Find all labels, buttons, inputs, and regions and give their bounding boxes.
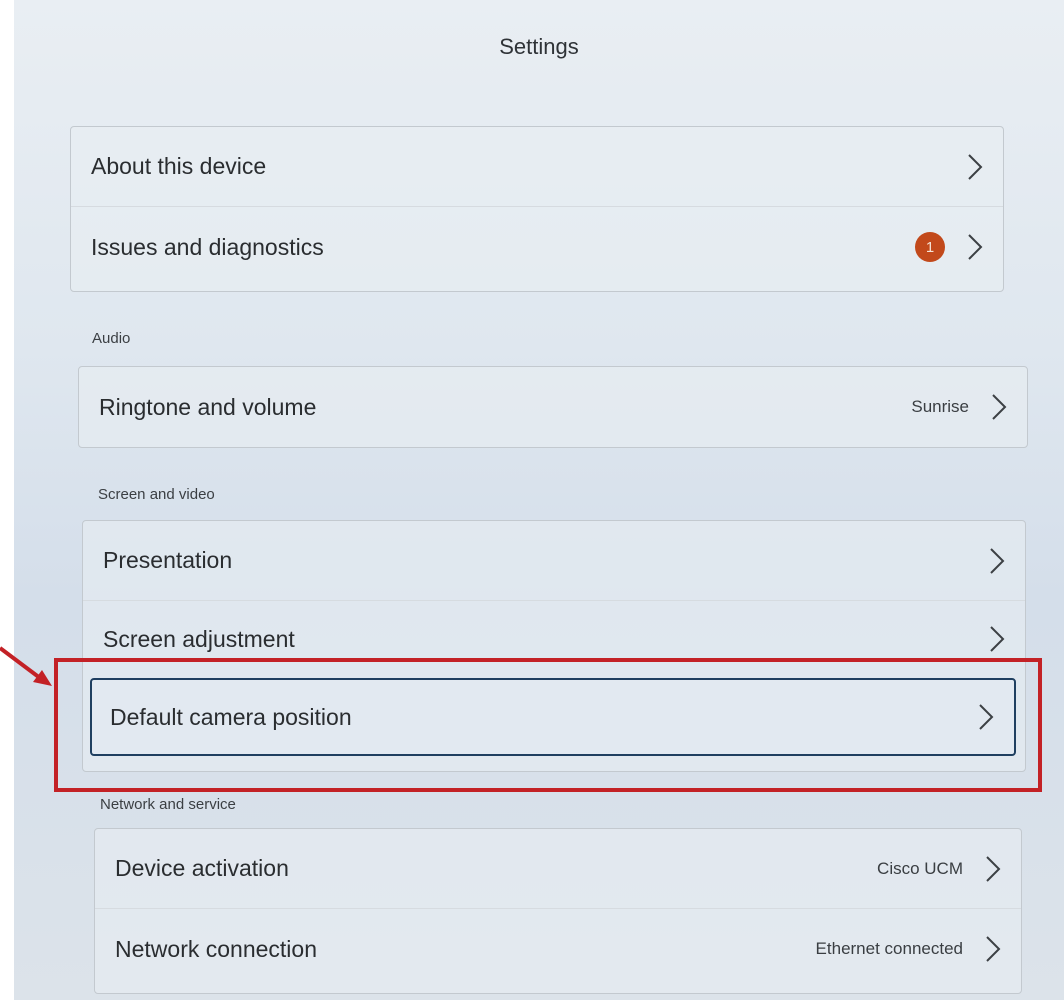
- presentation-item[interactable]: Presentation: [83, 521, 1025, 601]
- audio-group: Ringtone and volume Sunrise: [78, 366, 1028, 448]
- section-heading-audio: Audio: [92, 330, 131, 347]
- chevron-right-icon: [990, 547, 1005, 574]
- chevron-right-icon: [986, 855, 1001, 882]
- section-heading-network-and-service: Network and service: [100, 796, 236, 813]
- item-label: Presentation: [103, 547, 233, 573]
- item-value: Ethernet connected: [815, 939, 963, 958]
- chevron-right-icon: [968, 153, 983, 180]
- chevron-right-icon: [990, 626, 1005, 652]
- item-label: About this device: [91, 153, 267, 179]
- ringtone-and-volume-item[interactable]: Ringtone and volume Sunrise: [79, 367, 1027, 447]
- annotation-highlight-box: [54, 658, 1042, 792]
- network-connection-item[interactable]: Network connection Ethernet connected: [95, 909, 1021, 989]
- network-group: Device activation Cisco UCM Network conn…: [94, 828, 1022, 994]
- item-label: Screen adjustment: [103, 625, 295, 652]
- item-label: Issues and diagnostics: [91, 233, 324, 260]
- item-label: Network connection: [115, 935, 317, 962]
- annotation-arrow-icon: [0, 646, 52, 686]
- chevron-right-icon: [986, 936, 1001, 962]
- item-value: Cisco UCM: [877, 858, 963, 878]
- device-activation-item[interactable]: Device activation Cisco UCM: [95, 829, 1021, 909]
- section-heading-screen-and-video: Screen and video: [98, 486, 215, 503]
- item-label: Device activation: [115, 855, 289, 881]
- page-title: Settings: [499, 34, 579, 59]
- chevron-right-icon: [968, 234, 983, 260]
- issues-and-diagnostics-item[interactable]: Issues and diagnostics 1: [71, 207, 1003, 287]
- general-group: About this device Issues and diagnostics…: [70, 126, 1004, 292]
- chevron-right-icon: [992, 394, 1007, 420]
- notification-badge: 1: [915, 232, 945, 262]
- settings-screen: Settings About this device Issues and di…: [14, 0, 1064, 1000]
- item-label: Ringtone and volume: [99, 393, 317, 420]
- item-value: Sunrise: [911, 397, 969, 416]
- about-this-device-item[interactable]: About this device: [71, 127, 1003, 207]
